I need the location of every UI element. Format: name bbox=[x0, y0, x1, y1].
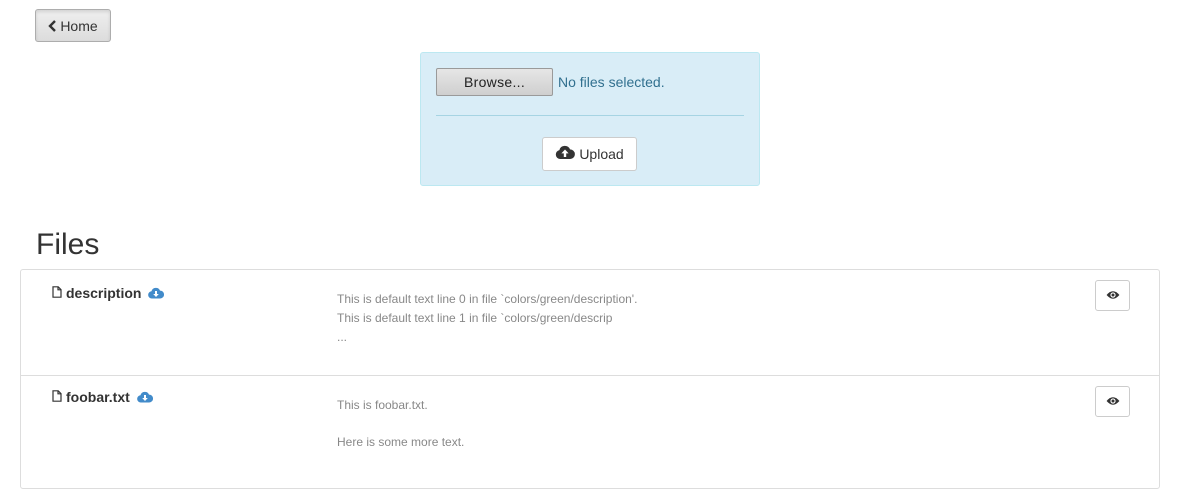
upload-panel: Browse... No files selected. Upload bbox=[420, 52, 760, 186]
file-name: foobar.txt bbox=[52, 389, 153, 405]
cloud-download-icon[interactable] bbox=[136, 391, 153, 403]
cloud-upload-icon bbox=[555, 145, 576, 163]
file-name: description bbox=[52, 285, 165, 301]
eye-icon bbox=[1106, 287, 1120, 305]
file-preview: This is foobar.txt. Here is some more te… bbox=[337, 396, 464, 452]
home-button[interactable]: Home bbox=[35, 9, 111, 42]
upload-button-label: Upload bbox=[579, 146, 624, 162]
view-file-button[interactable] bbox=[1095, 280, 1130, 311]
file-list: description This is default text line 0 … bbox=[20, 269, 1160, 489]
file-icon bbox=[52, 285, 62, 301]
preview-line: This is default text line 0 in file `col… bbox=[337, 292, 638, 306]
chevron-left-icon bbox=[48, 19, 57, 32]
upload-button[interactable]: Upload bbox=[542, 137, 637, 171]
files-heading: Files bbox=[36, 228, 100, 261]
eye-icon bbox=[1106, 393, 1120, 411]
view-file-button[interactable] bbox=[1095, 386, 1130, 417]
file-icon bbox=[52, 389, 62, 405]
browse-button[interactable]: Browse... bbox=[436, 68, 553, 96]
file-row: description This is default text line 0 … bbox=[21, 270, 1159, 376]
preview-line: ... bbox=[337, 330, 348, 344]
preview-blank-line bbox=[337, 415, 464, 433]
preview-line: This is default text line 1 in file `col… bbox=[337, 311, 613, 325]
file-name-label: description bbox=[66, 285, 142, 301]
cloud-download-icon[interactable] bbox=[148, 287, 165, 299]
home-button-label: Home bbox=[60, 17, 98, 34]
preview-line: This is foobar.txt. bbox=[337, 398, 428, 412]
file-preview: This is default text line 0 in file `col… bbox=[337, 290, 637, 347]
file-row: foobar.txt This is foobar.txt. Here is s… bbox=[21, 376, 1159, 496]
file-name-label: foobar.txt bbox=[66, 389, 130, 405]
panel-divider bbox=[436, 115, 744, 116]
file-status-text: No files selected. bbox=[558, 74, 665, 90]
preview-line: Here is some more text. bbox=[337, 435, 465, 449]
